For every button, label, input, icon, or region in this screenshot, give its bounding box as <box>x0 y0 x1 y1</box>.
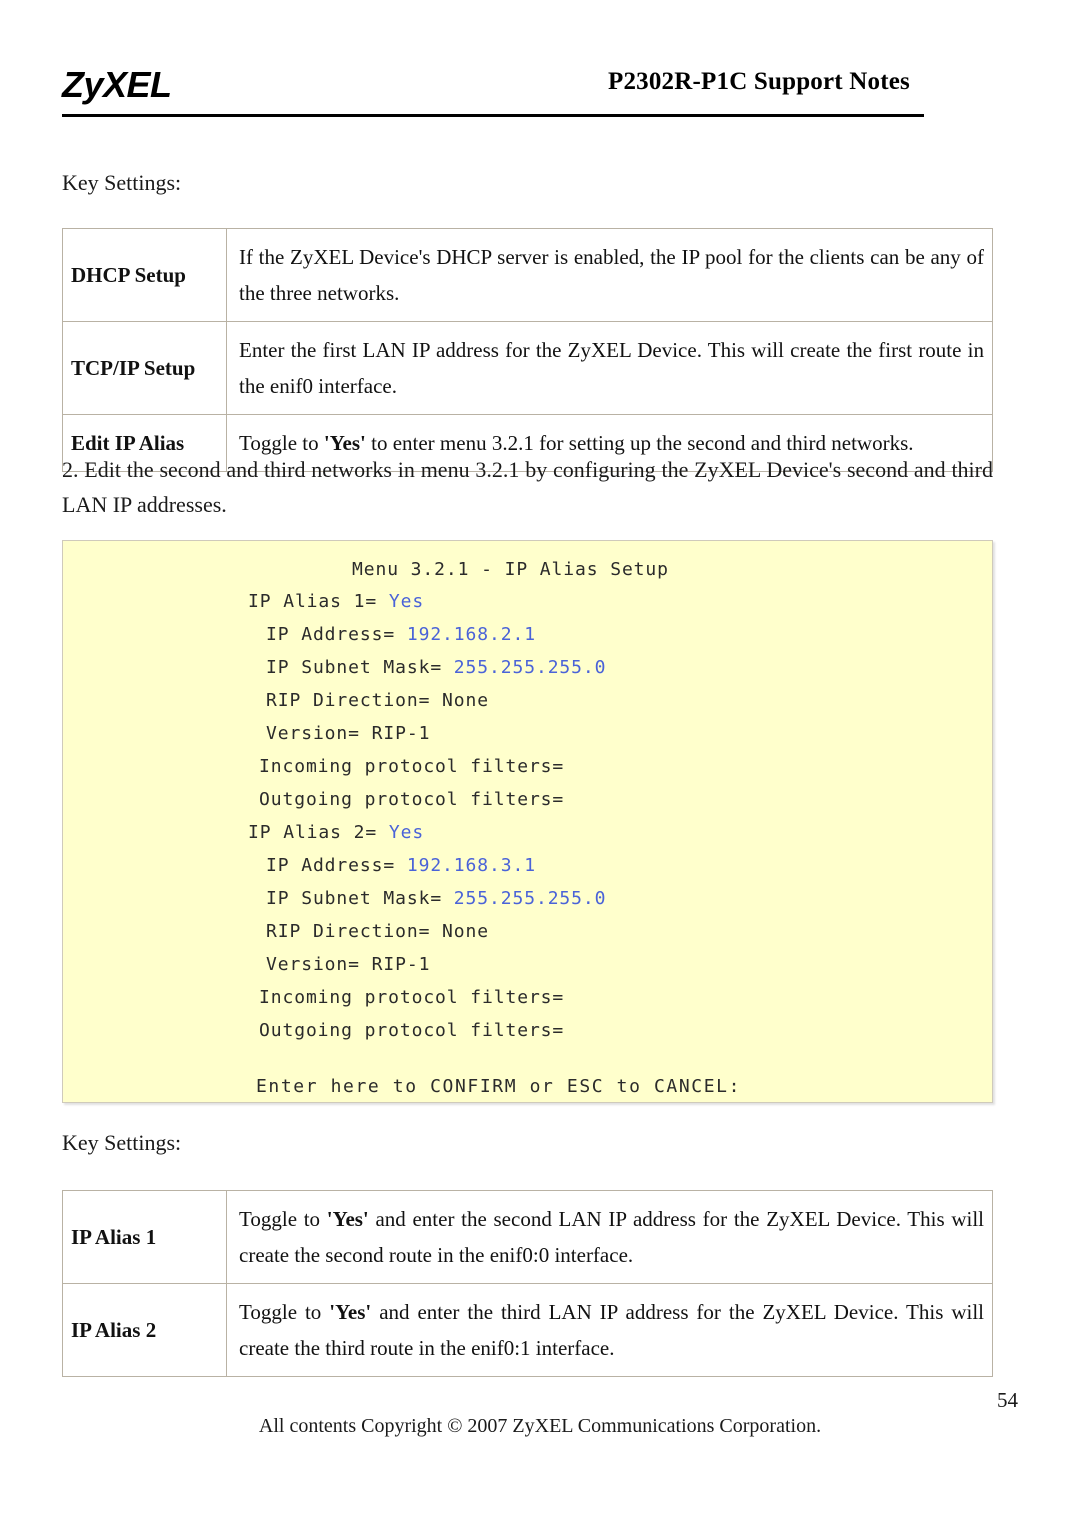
console-label: IP Alias 1= <box>248 591 389 612</box>
table-row: TCP/IP Setup Enter the first LAN IP addr… <box>62 321 993 415</box>
console-line-subnet-mask-1: IP Subnet Mask= 255.255.255.0 <box>266 657 606 678</box>
zyxel-logo: ZyXEL <box>62 64 172 105</box>
console-line-rip-direction-1: RIP Direction= None <box>266 690 489 711</box>
step-2-paragraph: 2. Edit the second and third networks in… <box>62 457 993 517</box>
table-row: IP Alias 1 Toggle to 'Yes' and enter the… <box>62 1190 993 1284</box>
value-prefix: Toggle to <box>239 1300 330 1324</box>
page-header: ZyXEL P2302R-P1C Support Notes <box>62 62 924 124</box>
table-cell-value: Toggle to 'Yes' and enter the third LAN … <box>226 1283 993 1377</box>
console-title: Menu 3.2.1 - IP Alias Setup <box>352 559 669 580</box>
console-value: Yes <box>388 822 425 843</box>
console-line-incoming-filters-1: Incoming protocol filters= <box>259 756 564 777</box>
console-line-outgoing-filters-2: Outgoing protocol filters= <box>259 1020 564 1041</box>
table-cell-value: Toggle to 'Yes' and enter the second LAN… <box>226 1190 993 1284</box>
table-row: DHCP Setup If the ZyXEL Device's DHCP se… <box>62 228 993 322</box>
table-cell-key: TCP/IP Setup <box>62 321 227 415</box>
console-line-outgoing-filters-1: Outgoing protocol filters= <box>259 789 564 810</box>
console-value: 192.168.3.1 <box>406 855 536 876</box>
table-cell-key: IP Alias 1 <box>62 1190 227 1284</box>
console-line-incoming-filters-2: Incoming protocol filters= <box>259 987 564 1008</box>
console-label: Incoming protocol filters= <box>259 756 565 777</box>
console-line-ip-address-2: IP Address= 192.168.3.1 <box>266 855 536 876</box>
console-label: IP Subnet Mask= <box>266 888 454 909</box>
page-number: 54 <box>997 1388 1018 1412</box>
console-label: Incoming protocol filters= <box>259 987 565 1008</box>
console-label: IP Address= <box>266 624 407 645</box>
copyright-notice: All contents Copyright © 2007 ZyXEL Comm… <box>258 1415 822 1437</box>
console-line-rip-direction-2: RIP Direction= None <box>266 921 489 942</box>
console-value: Yes <box>388 591 425 612</box>
console-value: 255.255.255.0 <box>453 657 607 678</box>
console-line-ip-alias-2: IP Alias 2= Yes <box>248 822 424 843</box>
table-cell-key: IP Alias 2 <box>62 1283 227 1377</box>
console-label: IP Address= <box>266 855 407 876</box>
console-label: Outgoing protocol filters= <box>259 1020 565 1041</box>
page-title: P2302R-P1C Support Notes <box>607 68 910 95</box>
console-label: Version= RIP-1 <box>266 954 431 975</box>
console-label: IP Alias 2= <box>248 822 389 843</box>
table-cell-value: If the ZyXEL Device's DHCP server is ena… <box>226 228 993 322</box>
value-prefix: Toggle to <box>239 1207 327 1231</box>
console-value: 192.168.2.1 <box>406 624 536 645</box>
table-cell-key: DHCP Setup <box>62 228 227 322</box>
key-settings-table-bottom: IP Alias 1 Toggle to 'Yes' and enter the… <box>62 1190 993 1377</box>
console-label: RIP Direction= None <box>266 690 490 711</box>
value-emphasis: 'Yes' <box>329 1300 372 1324</box>
key-settings-table-top: DHCP Setup If the ZyXEL Device's DHCP se… <box>62 228 993 472</box>
value-emphasis: 'Yes' <box>326 1207 369 1231</box>
console-line-version-1: Version= RIP-1 <box>266 723 430 744</box>
table-row: IP Alias 2 Toggle to 'Yes' and enter the… <box>62 1283 993 1377</box>
console-line-subnet-mask-2: IP Subnet Mask= 255.255.255.0 <box>266 888 606 909</box>
console-line-version-2: Version= RIP-1 <box>266 954 430 975</box>
console-confirm-prompt: Enter here to CONFIRM or ESC to CANCEL: <box>256 1076 742 1097</box>
console-label: IP Subnet Mask= <box>266 657 454 678</box>
key-settings-label-top: Key Settings: <box>62 170 182 195</box>
console-label: Outgoing protocol filters= <box>259 789 565 810</box>
ip-alias-setup-console: Menu 3.2.1 - IP Alias Setup IP Alias 1= … <box>62 540 993 1103</box>
key-settings-label-bottom: Key Settings: <box>62 1130 182 1155</box>
console-line-ip-alias-1: IP Alias 1= Yes <box>248 591 424 612</box>
console-label: RIP Direction= None <box>266 921 490 942</box>
console-label: Version= RIP-1 <box>266 723 431 744</box>
console-line-ip-address-1: IP Address= 192.168.2.1 <box>266 624 536 645</box>
header-divider <box>62 114 924 117</box>
table-cell-value: Enter the first LAN IP address for the Z… <box>226 321 993 415</box>
console-value: 255.255.255.0 <box>453 888 607 909</box>
